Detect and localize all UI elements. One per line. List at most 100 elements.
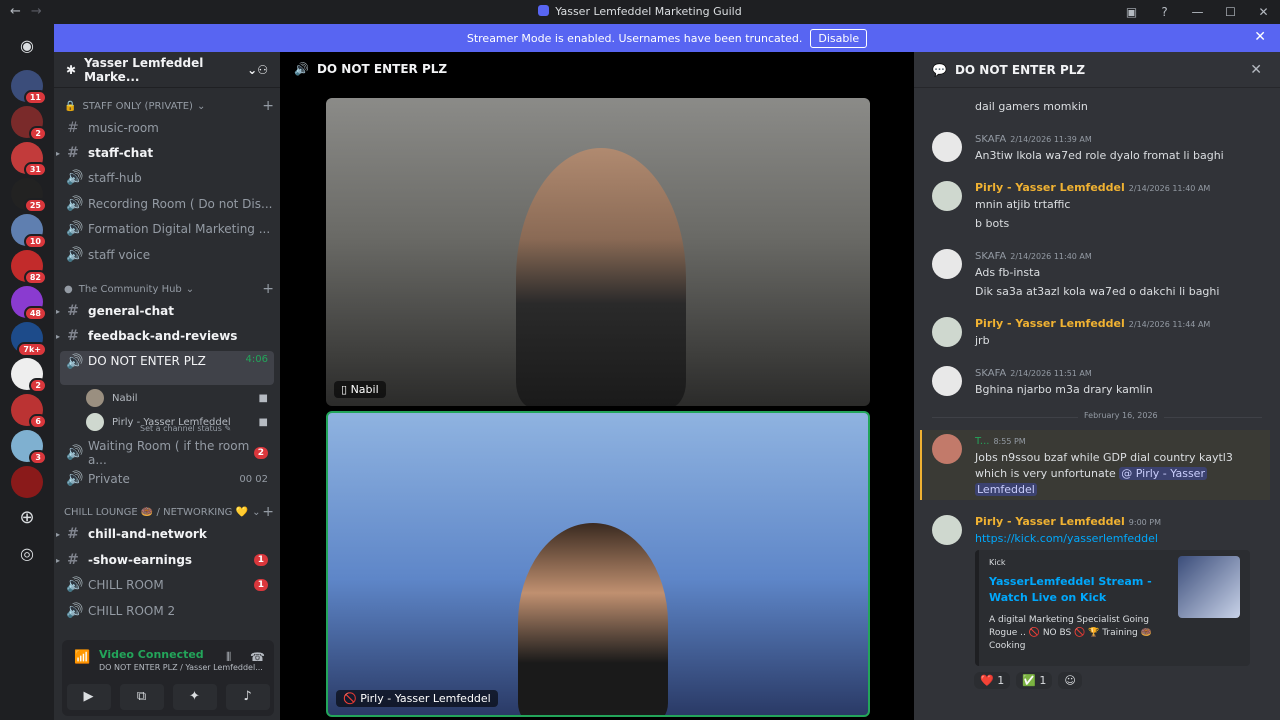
window-title: Yasser Lemfeddel Marketing Guild bbox=[0, 5, 1280, 18]
add-reaction-icon[interactable]: ☺ bbox=[1058, 672, 1082, 689]
channel-music-room[interactable]: # music-room bbox=[60, 117, 274, 139]
channel-private[interactable]: 🔊 Private 00 02 bbox=[60, 468, 274, 490]
user-mention[interactable]: Lemfeddel bbox=[975, 483, 1037, 496]
camera-button[interactable]: ▶ bbox=[66, 684, 111, 710]
unread-arrow-icon: ▸ bbox=[56, 529, 61, 539]
reaction-heart[interactable]: ❤️ 1 bbox=[974, 672, 1011, 689]
author-name[interactable]: SKAFA bbox=[975, 368, 1006, 379]
maximize-button[interactable]: ☐ bbox=[1214, 5, 1247, 19]
server-header[interactable]: ✱ Yasser Lemfeddel Marke... ⌄ ⚇ bbox=[54, 52, 280, 88]
reaction-check[interactable]: ✅ 1 bbox=[1016, 672, 1053, 689]
channel-recording-room[interactable]: 🔊 Recording Room ( Do not Dis... bbox=[60, 193, 274, 215]
help-icon[interactable]: ? bbox=[1148, 5, 1181, 19]
hash-icon: # bbox=[67, 303, 79, 319]
disconnect-icon[interactable]: ☎ bbox=[250, 650, 265, 664]
channel-chill-and-network[interactable]: ▸ # chill-and-network bbox=[56, 523, 274, 545]
server-icon[interactable]: 2 bbox=[11, 358, 47, 393]
author-name[interactable]: Pirly - Yasser Lemfeddel bbox=[975, 515, 1125, 528]
server-icon[interactable]: 7k+ bbox=[11, 322, 47, 357]
add-channel-icon[interactable]: + bbox=[262, 504, 274, 520]
chevron-down-icon: ⌄ bbox=[196, 100, 206, 112]
avatar[interactable] bbox=[932, 181, 962, 211]
author-name[interactable]: T... bbox=[975, 436, 989, 447]
mention-badge: 7k+ bbox=[17, 342, 47, 357]
server-icon[interactable]: 25 bbox=[11, 178, 47, 213]
hash-icon: # bbox=[67, 120, 79, 136]
server-name: Yasser Lemfeddel Marke... bbox=[84, 55, 204, 84]
author-name[interactable]: SKAFA bbox=[975, 251, 1006, 262]
mention-badge: 10 bbox=[23, 234, 47, 249]
server-icon[interactable]: 11 bbox=[11, 70, 47, 105]
minimize-button[interactable]: — bbox=[1181, 5, 1214, 19]
soundboard-button[interactable]: ♪ bbox=[225, 684, 270, 710]
avatar[interactable] bbox=[932, 249, 962, 279]
unread-arrow-icon: ▸ bbox=[56, 555, 61, 565]
speaker-icon: 🔊 bbox=[66, 603, 84, 619]
category-chill[interactable]: CHILL LOUNGE 🍩 / NETWORKING 💛 ⌄ + bbox=[64, 504, 274, 520]
channel-formation[interactable]: 🔊 Formation Digital Marketing ... bbox=[60, 218, 274, 240]
server-icon[interactable]: 10 bbox=[11, 214, 47, 249]
activities-button[interactable]: ✦ bbox=[172, 684, 217, 710]
message-line: Dik sa3a at3azl kola wa7ed o dakchi li b… bbox=[975, 285, 1220, 298]
channel-staff-chat[interactable]: ▸ # staff-chat bbox=[56, 142, 274, 164]
screen-share-button[interactable]: ⧉ bbox=[119, 684, 164, 710]
video-tile-speaking[interactable]: ​ 🚫 Pirly - Yasser Lemfeddel bbox=[326, 411, 870, 717]
channel-feedback[interactable]: ▸ # feedback-and-reviews bbox=[56, 325, 274, 347]
voice-location[interactable]: DO NOT ENTER PLZ / Yasser Lemfeddel... bbox=[99, 663, 263, 672]
close-banner-icon[interactable]: ✕ bbox=[1254, 29, 1266, 45]
inbox-icon[interactable]: ▣ bbox=[1115, 5, 1148, 19]
avatar[interactable] bbox=[932, 317, 962, 347]
server-icon[interactable]: 82 bbox=[11, 250, 47, 285]
avatar[interactable] bbox=[932, 515, 962, 545]
channel-waiting-room[interactable]: 🔊 Waiting Room ( if the room a... 2 bbox=[60, 439, 274, 467]
channel-staff-voice[interactable]: 🔊 staff voice bbox=[60, 244, 274, 266]
avatar[interactable] bbox=[932, 434, 962, 464]
voice-user[interactable]: Pirly - Yasser Lemfeddel ■ bbox=[86, 411, 274, 433]
server-icon[interactable]: 31 bbox=[11, 142, 47, 177]
add-channel-icon[interactable]: + bbox=[262, 98, 274, 114]
channel-chill-room-2[interactable]: 🔊 CHILL ROOM 2 bbox=[60, 600, 274, 622]
message-meta: SKAFA 2/14/2026 11:40 AM bbox=[975, 249, 1092, 262]
video-tile[interactable]: ▯ Nabil bbox=[326, 98, 870, 406]
channel-do-not-enter[interactable]: 🔊 DO NOT ENTER PLZ 4:06 bbox=[60, 351, 274, 385]
channel-chill-room[interactable]: 🔊 CHILL ROOM 1 bbox=[60, 574, 274, 596]
category-community[interactable]: ● The Community Hub ⌄ + bbox=[64, 281, 274, 297]
unread-arrow-icon: ▸ bbox=[56, 331, 61, 341]
disable-button[interactable]: Disable bbox=[810, 28, 868, 48]
avatar[interactable] bbox=[932, 366, 962, 396]
noise-suppression-icon[interactable]: ⦀ bbox=[226, 650, 231, 665]
camera-icon: ■ bbox=[258, 416, 268, 428]
explore-icon[interactable]: ◎ bbox=[11, 538, 43, 570]
add-channel-icon[interactable]: + bbox=[262, 281, 274, 297]
dot-icon: ● bbox=[64, 283, 73, 295]
server-icon[interactable]: 2 bbox=[11, 106, 47, 141]
channel-show-earnings[interactable]: ▸ # -show-earnings 1 bbox=[56, 549, 274, 571]
author-name[interactable]: Pirly - Yasser Lemfeddel bbox=[975, 317, 1125, 330]
category-staff[interactable]: 🔒 STAFF ONLY (PRIVATE) ⌄ + bbox=[64, 98, 274, 114]
author-name[interactable]: SKAFA bbox=[975, 134, 1006, 145]
speaker-icon: 🔊 bbox=[294, 62, 309, 76]
server-rail: ◉ 11 2 31 25 10 82 48 7k+ 2 6 3 ⊕ ◎ bbox=[0, 24, 54, 720]
server-icon[interactable] bbox=[11, 466, 43, 498]
author-name[interactable]: Pirly - Yasser Lemfeddel bbox=[975, 181, 1125, 194]
channel-timer: 4:06 bbox=[245, 354, 268, 365]
add-server-icon[interactable]: ⊕ bbox=[11, 502, 43, 534]
embed-thumbnail[interactable] bbox=[1178, 556, 1240, 618]
message-link[interactable]: https://kick.com/yasserlemfeddel bbox=[975, 532, 1158, 545]
voice-user[interactable]: Nabil ■ bbox=[86, 387, 274, 409]
channel-staff-hub[interactable]: 🔊 staff-hub bbox=[60, 167, 274, 189]
channel-general-chat[interactable]: ▸ # general-chat bbox=[56, 300, 274, 322]
hash-icon: # bbox=[67, 526, 79, 542]
voice-connection-panel: 📶 Video Connected DO NOT ENTER PLZ / Yas… bbox=[62, 640, 274, 716]
user-mention[interactable]: @ Pirly - Yasser bbox=[1119, 467, 1207, 480]
avatar[interactable] bbox=[932, 132, 962, 162]
server-icon[interactable]: 48 bbox=[11, 286, 47, 321]
invite-icon[interactable]: ⚇ bbox=[257, 63, 268, 77]
discord-home-icon[interactable]: ◉ bbox=[11, 30, 43, 62]
close-window-button[interactable]: ✕ bbox=[1247, 5, 1280, 19]
close-chat-icon[interactable]: ✕ bbox=[1250, 62, 1262, 78]
server-icon[interactable]: 3 bbox=[11, 430, 47, 465]
embed-title[interactable]: YasserLemfeddel Stream - Watch Live on K… bbox=[989, 574, 1169, 606]
server-icon[interactable]: 6 bbox=[11, 394, 47, 429]
speaker-icon: 🔊 bbox=[66, 170, 84, 186]
